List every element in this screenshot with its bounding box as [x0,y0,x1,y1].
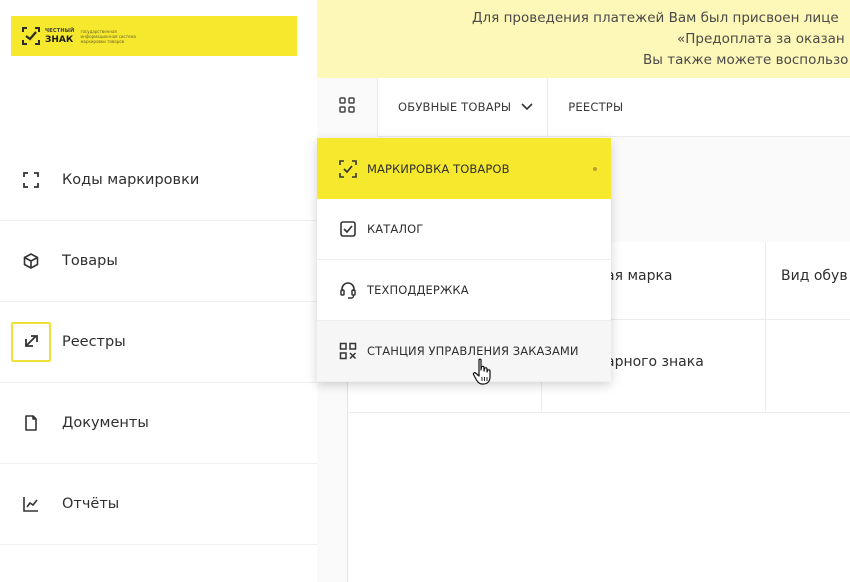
category-label: ОБУВНЫЕ ТОВАРЫ [398,100,512,114]
column-header: Вид обув [781,268,848,284]
sidebar-item-codes[interactable]: Коды маркировки [0,140,317,221]
sidebar-item-label: Товары [62,253,118,269]
hand-cursor-icon [472,358,494,386]
sidebar-item-label: Реестры [62,334,126,350]
sidebar: ЧЕСТНЫЙ ЗНАК государственная информацион… [0,0,317,582]
sidebar-item-label: Отчёты [62,496,120,512]
chevron-down-icon [521,103,533,111]
banner-text-line: «Предоплата за оказан [677,31,845,47]
menu-item-product-marking[interactable]: МАРКИРОВКА ТОВАРОВ [317,138,611,199]
qr-code-icon [339,342,357,360]
column-divider [765,242,766,412]
apps-grid-button[interactable] [317,77,378,137]
sidebar-item-label: Документы [62,415,149,431]
apps-dropdown-menu: МАРКИРОВКА ТОВАРОВ КАТАЛОГ ТЕХПОДДЕРЖКА … [317,138,611,382]
logo-tagline: государственная информационная система м… [81,29,136,44]
menu-item-catalog[interactable]: КАТАЛОГ [317,199,611,260]
logo[interactable]: ЧЕСТНЫЙ ЗНАК государственная информацион… [11,16,297,56]
chart-trend-icon [21,494,41,514]
sidebar-nav: Коды маркировки Товары Реестры Документы… [0,140,317,545]
logo-small-text: ЧЕСТНЫЙ [45,28,75,34]
menu-item-label: КАТАЛОГ [367,222,424,236]
banner-text-line: Для проведения платежей Вам был присвоен… [472,10,839,26]
cube-icon [21,251,41,271]
row-divider [348,412,850,413]
menu-item-label: МАРКИРОВКА ТОВАРОВ [367,161,510,176]
menu-item-label: СТАНЦИЯ УПРАВЛЕНИЯ ЗАКАЗАМИ [367,344,579,358]
sidebar-item-reports[interactable]: Отчёты [0,464,317,545]
logo-tagline-line: маркировки товаров [80,38,125,44]
column-header: ая марка [606,268,673,284]
category-selector[interactable]: ОБУВНЫЕ ТОВАРЫ [378,77,549,137]
active-dot-icon [593,167,597,171]
sidebar-item-label: Коды маркировки [62,172,200,188]
banner-text-line: Вы также можете воспользо [643,52,849,68]
scan-frame-icon [21,170,41,190]
sidebar-item-products[interactable]: Товары [0,221,317,302]
menu-item-label: ТЕХПОДДЕРЖКА [367,283,469,297]
sidebar-item-registries[interactable]: Реестры [0,302,317,383]
tab-label: РЕЕСТРЫ [568,100,624,114]
grid-icon [339,97,355,117]
menu-item-support[interactable]: ТЕХПОДДЕРЖКА [317,260,611,321]
tab-registries[interactable]: РЕЕСТРЫ [548,78,643,137]
logo-check-icon [21,26,41,46]
catalog-check-icon [339,220,357,238]
check-scan-icon [339,159,357,178]
swap-arrows-icon [11,322,51,362]
top-navigation: ОБУВНЫЕ ТОВАРЫ РЕЕСТРЫ [317,77,850,137]
logo-big-text: ЗНАК [45,35,74,45]
document-icon [21,413,41,433]
headset-icon [339,281,357,299]
menu-item-order-station[interactable]: СТАНЦИЯ УПРАВЛЕНИЯ ЗАКАЗАМИ [317,321,611,382]
logo-wordmark: ЧЕСТНЫЙ ЗНАК [45,27,75,45]
table-cell: арного знака [606,354,704,370]
info-banner: Для проведения платежей Вам был присвоен… [317,0,850,78]
sidebar-item-documents[interactable]: Документы [0,383,317,464]
